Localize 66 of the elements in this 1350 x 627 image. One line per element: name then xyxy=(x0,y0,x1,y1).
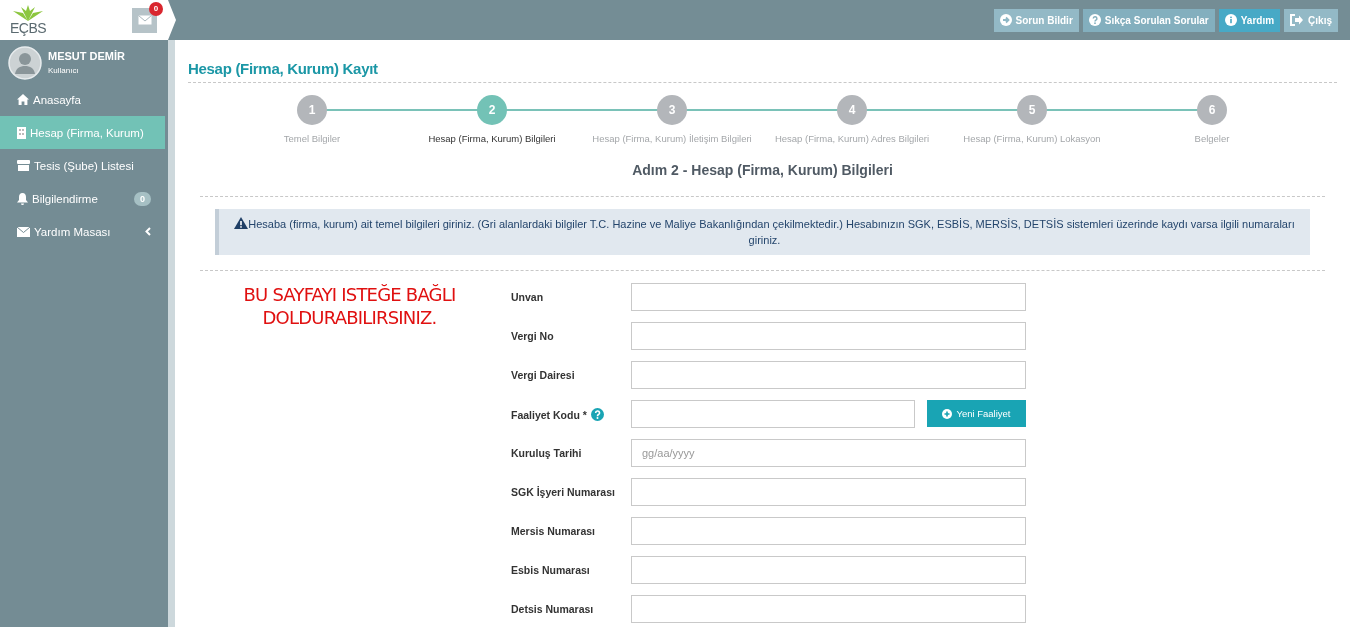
step-circle[interactable]: 4 xyxy=(837,95,867,125)
sidebar-item[interactable]: Tesis (Şube) Listesi xyxy=(0,149,165,182)
annotation-text: DOLDURABILIRSINIZ. xyxy=(262,306,437,329)
field-label: Vergi No xyxy=(511,330,554,342)
envelope-icon xyxy=(137,15,152,25)
home-icon xyxy=(17,94,29,105)
field-label: Vergi Dairesi xyxy=(511,369,575,381)
step-label: Temel Bilgiler xyxy=(283,133,341,144)
info-circle-icon xyxy=(1224,14,1237,26)
field-label: Kuruluş Tarihi xyxy=(511,447,582,459)
step-circle[interactable]: 1 xyxy=(297,95,327,125)
logout-icon xyxy=(1290,14,1305,26)
page-title: Hesap (Firma, Kurum) Kayıt xyxy=(188,60,379,79)
sidebar-item[interactable]: Hesap (Firma, Kurum) xyxy=(0,116,165,149)
step-circle[interactable]: 3 xyxy=(657,95,687,125)
logo-text: EÇBS xyxy=(10,21,47,35)
envelope-icon xyxy=(17,226,30,237)
step-circle[interactable]: 6 xyxy=(1197,95,1227,125)
input-field[interactable] xyxy=(631,361,1026,389)
input-field[interactable] xyxy=(631,283,1026,311)
plus-circle-icon xyxy=(942,408,953,419)
step-heading: Adım 2 - Hesap (Firma, Kurum) Bilgileri xyxy=(631,162,894,180)
input-field[interactable] xyxy=(631,595,1026,623)
step-label: Hesap (Firma, Kurum) Adres Bilgileri xyxy=(774,133,930,144)
notification-badge: 0 xyxy=(149,1,163,16)
user-role: Kullanıcı xyxy=(48,66,80,75)
help-icon[interactable] xyxy=(590,408,604,421)
header-button[interactable]: Sıkça Sorulan Sorular xyxy=(1082,8,1215,32)
count-badge: 0 xyxy=(134,191,151,206)
input-field[interactable] xyxy=(631,517,1026,545)
step-label: Hesap (Firma, Kurum) İletişim Bilgileri xyxy=(592,133,752,144)
arrow-right-circle-icon xyxy=(999,14,1012,26)
sidebar-item[interactable]: Yardım Masası xyxy=(0,215,165,248)
sidebar-item[interactable]: Bilgilendirme 0 xyxy=(0,182,165,215)
field-label: Esbis Numarası xyxy=(511,564,590,576)
step-label: Hesap (Firma, Kurum) Lokasyon xyxy=(963,133,1101,144)
input-field[interactable] xyxy=(631,556,1026,584)
input-field[interactable]: gg/aa/yyyy xyxy=(631,439,1026,467)
user-name: MESUT DEMİR xyxy=(48,50,125,62)
step-label: Belgeler xyxy=(1194,133,1230,144)
field-label: SGK İşyeri Numarası xyxy=(511,486,615,498)
annotation-text: BU SAYFAYI ISTEĞE BAĞLI xyxy=(243,283,456,306)
input-field[interactable] xyxy=(631,400,915,428)
field-label: Detsis Numarası xyxy=(511,603,594,615)
header-button[interactable]: Sorun Bildir xyxy=(993,8,1079,32)
step-circle[interactable]: 5 xyxy=(1017,95,1047,125)
question-circle-icon xyxy=(1088,14,1101,26)
scrollbar[interactable] xyxy=(168,40,175,627)
field-label: Faaliyet Kodu * xyxy=(511,408,587,421)
bell-icon xyxy=(17,192,28,205)
mail-button[interactable] xyxy=(132,7,157,33)
store-icon xyxy=(17,160,30,171)
header-button[interactable]: Çıkış xyxy=(1284,8,1338,32)
sidebar-item[interactable]: Anasayfa xyxy=(0,83,165,116)
add-button[interactable]: Yeni Faaliyet xyxy=(927,400,1026,427)
alert-text: Hesaba (firma, kurum) ait temel bilgileri giriniz. (Gri alanlardaki bilgiler T.C. Hazine ve Maliye Bakanlığından çekilmektedir.) Hesabınızın SGK, ESBİS, MERSİS, DETSİS sistemleri üzerinde kaydı varsa ilgili numaraları giriniz. xyxy=(229,216,1300,248)
building-icon xyxy=(17,126,26,139)
step-circle[interactable]: 2 xyxy=(477,95,507,125)
warning-icon xyxy=(234,217,249,229)
input-field[interactable] xyxy=(631,478,1026,506)
header-button[interactable]: Yardım xyxy=(1218,8,1281,32)
avatar-icon xyxy=(8,45,42,80)
field-label: Unvan xyxy=(511,291,544,303)
field-label: Mersis Numarası xyxy=(511,525,596,537)
step-label: Hesap (Firma, Kurum) Bilgileri xyxy=(428,133,556,144)
input-field[interactable] xyxy=(631,322,1026,350)
